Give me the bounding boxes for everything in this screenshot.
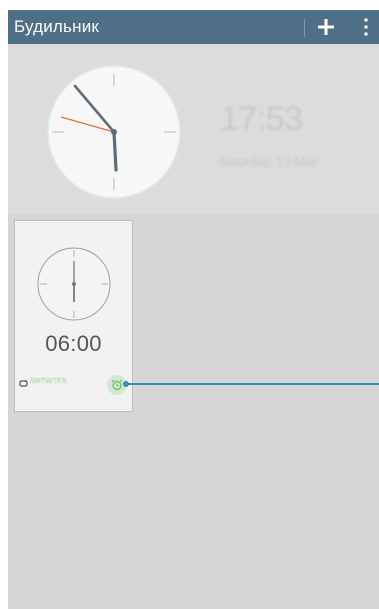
digital-date: Saturday, 15 Mar	[218, 154, 317, 169]
repeat-icon	[19, 380, 28, 387]
more-options-button[interactable]	[356, 13, 376, 41]
plus-icon	[318, 19, 334, 35]
more-vert-icon	[364, 18, 368, 36]
alarm-repeat-days: SMTWTFS	[30, 378, 67, 385]
alarm-clock-icon	[111, 379, 123, 391]
analog-clock	[47, 65, 181, 199]
app-title: Будильник	[14, 17, 100, 36]
callout-line	[126, 383, 379, 385]
action-bar-divider	[304, 19, 305, 37]
alarm-clock-face	[37, 247, 111, 321]
action-bar: Будильник	[8, 10, 379, 44]
add-alarm-button[interactable]	[312, 13, 340, 41]
current-time-panel: 17:53 Saturday, 15 Mar	[8, 44, 379, 214]
alarm-card[interactable]: 06:00 SMTWTFS	[14, 220, 133, 412]
digital-time: 17:53	[220, 100, 303, 138]
alarm-time: 06:00	[45, 331, 102, 356]
app-screen: Будильник 17:53 Saturday, 15 Mar 06:00 S…	[8, 10, 379, 609]
